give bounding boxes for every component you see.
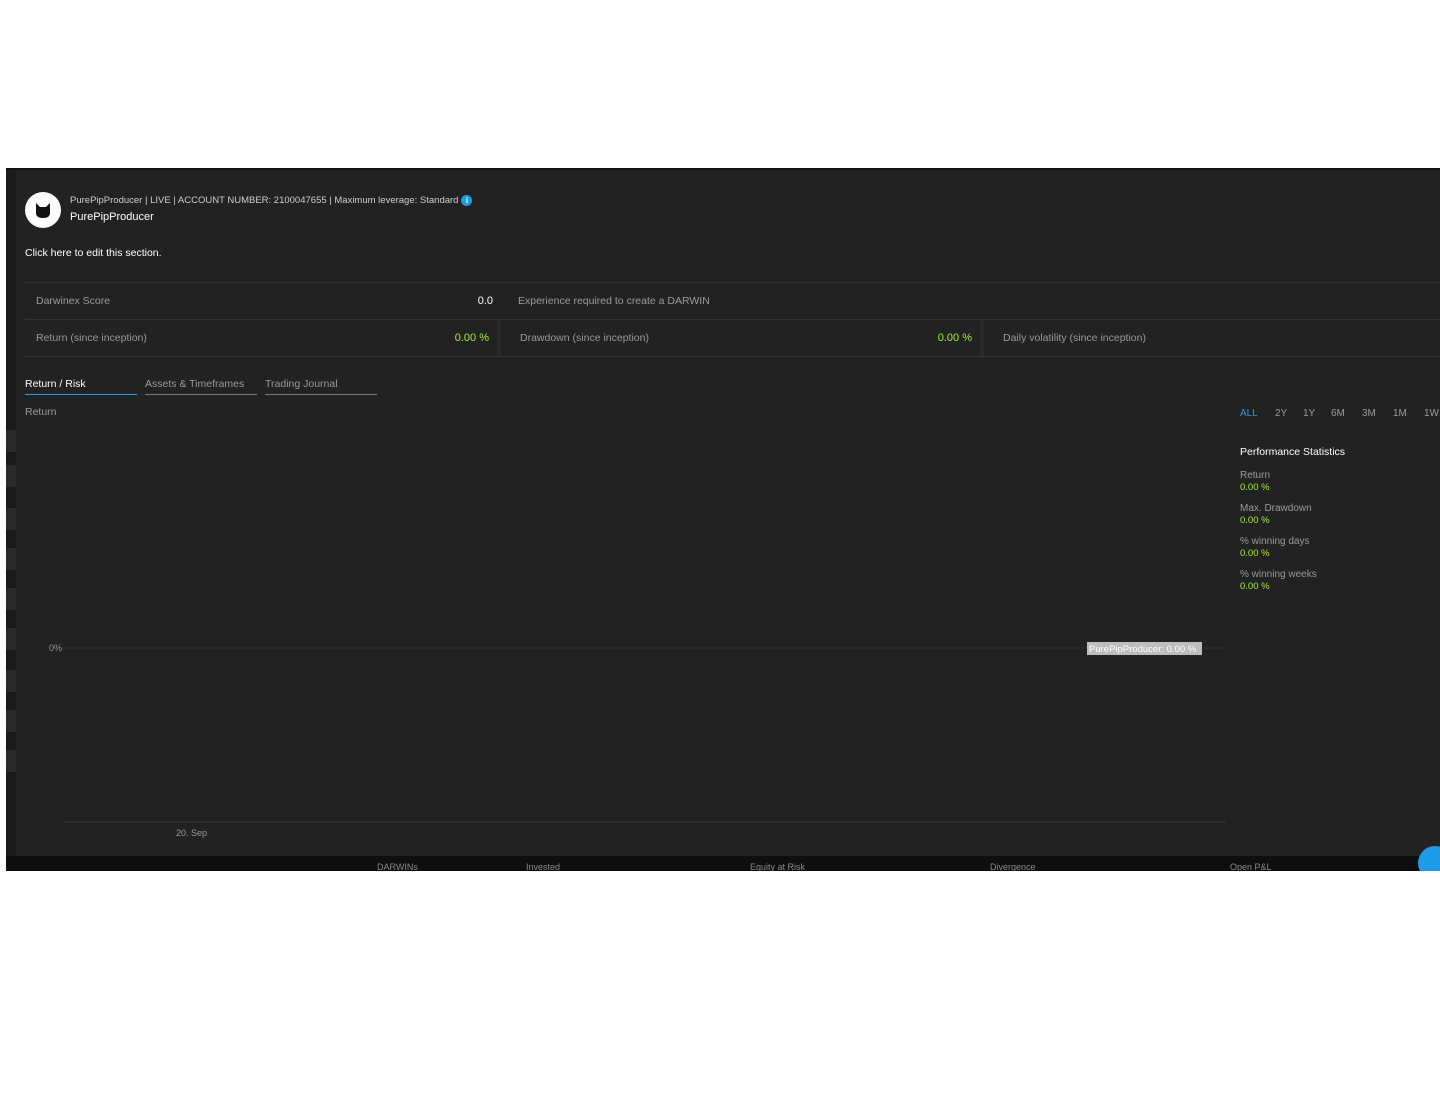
perf-item-max-drawdown: Max. Drawdown 0.00 % [1240,503,1345,526]
perf-value: 0.00 % [1240,515,1270,526]
perf-item-return: Return 0.00 % [1240,470,1345,493]
perf-label: % winning days [1240,536,1310,547]
range-all[interactable]: ALL [1240,408,1258,419]
y-tick-label: 0% [49,643,62,653]
range-2y[interactable]: 2Y [1275,408,1287,419]
x-tick-label: 20. Sep [176,828,207,838]
performance-title: Performance Statistics [1240,446,1346,458]
perf-value: 0.00 % [1240,548,1270,559]
footer-divergence: Divergence [990,862,1036,871]
series-label: PurePipProducer: 0.00 % [1089,644,1197,655]
range-1m[interactable]: 1M [1393,408,1407,419]
account-panel: PurePipProducer | LIVE | ACCOUNT NUMBER:… [6,168,1440,871]
perf-label: Return [1240,470,1271,481]
portfolio-footer-bar: DARWINs Invested Equity at Risk Divergen… [6,856,1440,871]
footer-darwins: DARWINs [377,862,418,871]
range-1w[interactable]: 1W [1424,408,1439,419]
range-1y[interactable]: 1Y [1303,408,1315,419]
chat-button[interactable] [1418,846,1440,871]
performance-statistics: Performance Statistics Return 0.00 % Max… [1240,446,1345,602]
perf-label: % winning weeks [1240,569,1317,580]
perf-label: Max. Drawdown [1240,503,1312,514]
perf-value: 0.00 % [1240,581,1270,592]
range-3m[interactable]: 3M [1362,408,1376,419]
range-6m[interactable]: 6M [1331,408,1345,419]
perf-item-winning-days: % winning days 0.00 % [1240,536,1345,559]
footer-equity-at-risk: Equity at Risk [750,862,806,871]
return-chart: 0% 20. Sep PurePipProducer: 0.00 % [49,642,1226,838]
perf-value: 0.00 % [1240,482,1270,493]
perf-item-winning-weeks: % winning weeks 0.00 % [1240,569,1345,592]
footer-invested: Invested [526,862,561,871]
footer-open-pnl: Open P&L [1230,862,1272,871]
